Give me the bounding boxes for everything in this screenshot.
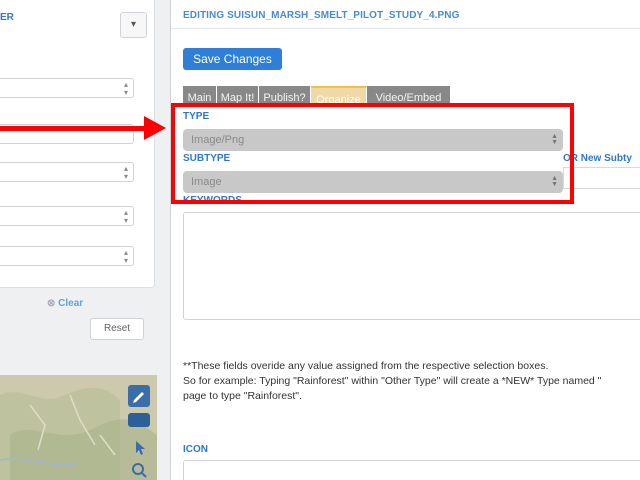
new-subtype-input[interactable] [563, 167, 640, 189]
filter-card: ER ▾ ▴ ▾ ▴ ▾ ▴ ▾ ▴ ▾ [0, 0, 155, 288]
save-changes-button[interactable]: Save Changes [183, 48, 282, 70]
edit-icon[interactable] [128, 385, 150, 407]
clear-icon: ⊗ [47, 298, 59, 309]
clear-link[interactable]: ⊗ Clear [47, 298, 83, 309]
keywords-textarea[interactable] [183, 212, 640, 320]
select-arrows-icon: ▴ ▾ [123, 80, 128, 97]
left-panel: ER ▾ ▴ ▾ ▴ ▾ ▴ ▾ ▴ ▾ ⊗ Clear Reset [0, 0, 157, 480]
override-note-line-3: page to type "Rainforest". [183, 390, 302, 402]
editor-panel: EDITING SUISUN_MARSH_SMELT_PILOT_STUDY_4… [170, 0, 640, 480]
reset-button[interactable]: Reset [90, 318, 144, 340]
editor-title: EDITING SUISUN_MARSH_SMELT_PILOT_STUDY_4… [183, 10, 460, 21]
highlight-rectangle [171, 103, 574, 204]
filter-select-3[interactable]: ▴ ▾ [0, 206, 134, 226]
divider [171, 28, 640, 29]
filter-select-2[interactable]: ▴ ▾ [0, 162, 134, 182]
select-arrows-icon: ▴ ▾ [123, 208, 128, 225]
chevron-down-icon: ▾ [131, 19, 137, 30]
map-view[interactable] [0, 375, 157, 480]
select-arrows-icon: ▴ ▾ [123, 164, 128, 181]
override-note-line-2: So for example: Typing "Rainforest" with… [183, 375, 602, 387]
layer-icon[interactable] [128, 413, 150, 427]
filter-select-4[interactable]: ▴ ▾ [0, 246, 134, 266]
collapse-toggle[interactable]: ▾ [120, 12, 147, 38]
icon-input[interactable] [183, 460, 640, 480]
select-arrows-icon: ▴ ▾ [123, 248, 128, 265]
search-icon[interactable] [128, 459, 150, 480]
override-note-line-1: **These fields overide any value assigne… [183, 360, 549, 372]
annotation-arrow-shaft [0, 126, 150, 131]
filter-header: ER [0, 12, 14, 23]
icon-label: ICON [183, 444, 208, 455]
filter-select-1[interactable]: ▴ ▾ [0, 78, 134, 98]
pointer-icon[interactable] [128, 437, 150, 459]
annotation-arrow-head [144, 116, 166, 140]
